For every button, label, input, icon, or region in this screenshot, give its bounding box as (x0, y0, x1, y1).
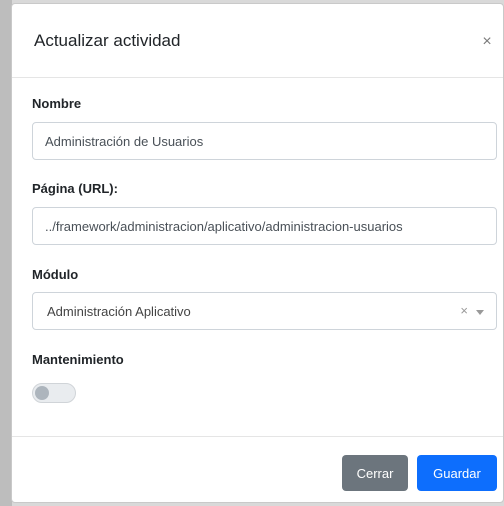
pagina-url-input[interactable] (32, 207, 497, 245)
pagina-url-label: Página (URL): (32, 181, 118, 196)
guardar-button[interactable]: Guardar (417, 455, 497, 491)
nombre-input[interactable] (32, 122, 497, 160)
modulo-label: Módulo (32, 267, 79, 282)
chevron-down-icon[interactable] (476, 310, 484, 315)
modal-header: Actualizar actividad × (12, 4, 503, 78)
close-icon: × (482, 33, 492, 50)
cerrar-button[interactable]: Cerrar (342, 455, 408, 491)
close-button[interactable]: × (475, 30, 499, 54)
clear-selection-icon[interactable]: × (460, 303, 468, 319)
modal-body: Nombre Página (URL): Módulo Administraci… (12, 78, 503, 436)
mantenimiento-toggle[interactable] (32, 383, 76, 403)
modal-title: Actualizar actividad (34, 31, 181, 50)
mantenimiento-label: Mantenimiento (32, 352, 124, 367)
modulo-selected-value: Administración Aplicativo (47, 304, 191, 319)
modal-footer: Cerrar Guardar (12, 436, 503, 502)
modulo-select[interactable]: Administración Aplicativo × (32, 292, 497, 330)
update-activity-modal: Actualizar actividad × Nombre Página (UR… (11, 3, 504, 503)
toggle-knob (35, 386, 49, 400)
nombre-label: Nombre (32, 96, 82, 111)
